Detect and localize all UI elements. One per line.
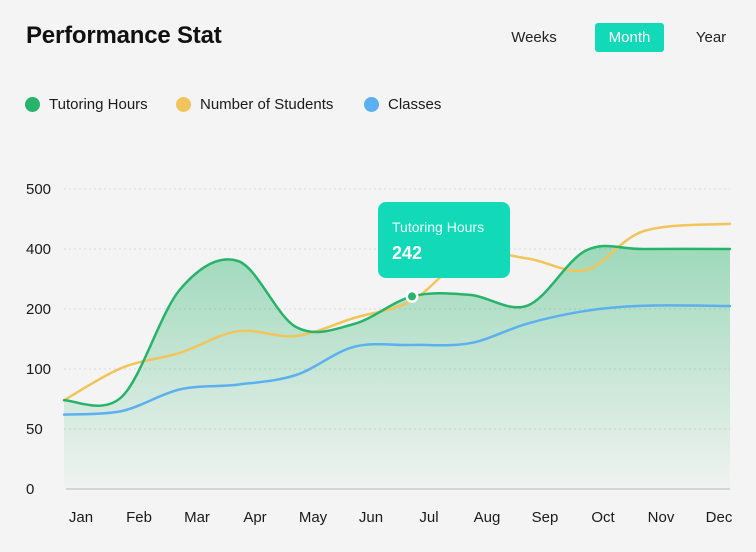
y-axis-labels: 0 50 100 200 400 500 (26, 181, 51, 498)
x-tick-label: Feb (126, 509, 152, 526)
line-chart: 0 50 100 200 400 500 Jan Feb Mar Apr May Jun Jul Aug… (26, 181, 733, 526)
x-tick-label: Jan (69, 509, 93, 526)
x-tick-label: Nov (648, 509, 675, 526)
y-tick-label: 200 (26, 301, 51, 318)
x-tick-label: Jun (359, 509, 383, 526)
y-tick-label: 0 (26, 481, 34, 498)
x-tick-label: Dec (706, 509, 733, 526)
data-point-marker[interactable] (408, 292, 416, 301)
tooltip-marker (405, 289, 419, 303)
x-axis-labels: Jan Feb Mar Apr May Jun Jul Aug Sep Oct Nov Dec (69, 509, 733, 526)
y-tick-label: 100 (26, 361, 51, 378)
x-tick-label: Aug (474, 509, 501, 526)
tooltip-value: 242 (392, 243, 423, 263)
performance-card: Performance Stat Weeks Month Year Tutori… (0, 0, 756, 552)
x-tick-label: Apr (243, 509, 266, 526)
y-tick-label: 500 (26, 181, 51, 198)
area-tutoring-hours (64, 245, 730, 489)
tooltip: Tutoring Hours 242 (378, 202, 510, 278)
tooltip-series: Tutoring Hours (392, 219, 485, 235)
y-tick-label: 400 (26, 241, 51, 258)
series-areas (64, 245, 730, 489)
x-tick-label: Mar (184, 509, 210, 526)
x-tick-label: Jul (419, 509, 438, 526)
x-tick-label: May (299, 509, 328, 526)
x-tick-label: Sep (532, 509, 559, 526)
x-tick-label: Oct (591, 509, 615, 526)
y-tick-label: 50 (26, 421, 43, 438)
